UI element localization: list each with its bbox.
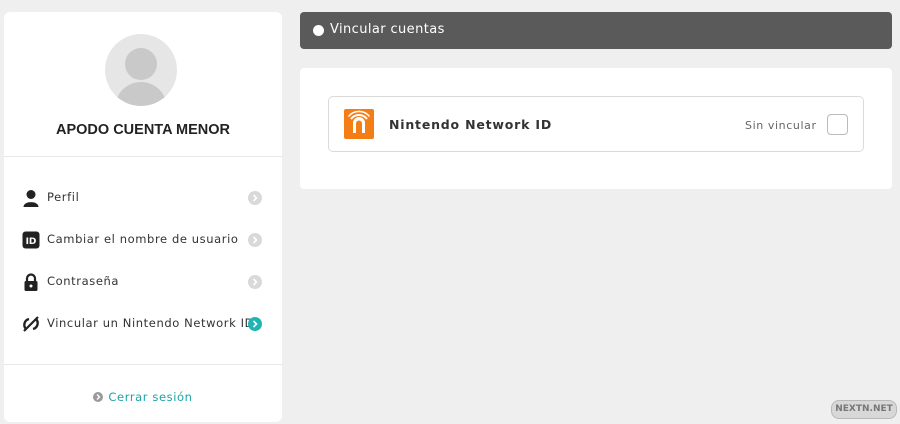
watermark-text: NEXTN.NET — [835, 404, 893, 414]
nickname: APODO CUENTA MENOR — [56, 122, 230, 138]
sidebar-item-vincular-nnid[interactable]: Vincular un Nintendo Network ID — [4, 307, 282, 341]
account-name: Nintendo Network ID — [389, 117, 552, 132]
chevron-right-icon — [248, 275, 262, 289]
chevron-right-icon — [248, 317, 262, 331]
logout-link[interactable]: Cerrar sesión — [4, 386, 282, 405]
chevron-right-icon — [93, 392, 104, 402]
sidebar-item-cambiar-nombre[interactable]: ID Cambiar el nombre de usuario — [4, 223, 282, 257]
id-icon: ID — [22, 231, 40, 249]
link-status: Sin vincular — [745, 119, 817, 132]
chevron-right-icon — [248, 191, 262, 205]
sidebar-item-contrasena[interactable]: Contraseña — [4, 265, 282, 299]
linked-accounts-panel: Nintendo Network ID Sin vincular — [300, 68, 892, 189]
watermark-logo: NEXTN.NET — [831, 400, 897, 419]
account-sidebar: APODO CUENTA MENOR Perfil ID Cambiar el … — [4, 12, 282, 422]
page-title: Vincular cuentas — [330, 22, 445, 37]
sidebar-item-perfil[interactable]: Perfil — [4, 181, 282, 215]
lock-icon — [22, 273, 40, 291]
bullet-icon — [313, 25, 324, 36]
chevron-right-icon — [248, 233, 262, 247]
svg-text:ID: ID — [26, 237, 37, 247]
account-link-row[interactable]: Nintendo Network ID Sin vincular — [328, 96, 864, 152]
link-icon — [22, 315, 40, 333]
nintendo-network-logo-icon — [344, 109, 374, 139]
logout-label: Cerrar sesión — [108, 390, 193, 404]
avatar — [105, 34, 177, 106]
person-icon — [22, 189, 40, 207]
sidebar-item-label: Cambiar el nombre de usuario — [47, 232, 239, 246]
sidebar-item-label: Vincular un Nintendo Network ID — [47, 316, 255, 330]
sidebar-item-label: Perfil — [47, 190, 80, 204]
divider — [4, 156, 282, 157]
divider — [4, 364, 282, 365]
sidebar-item-label: Contraseña — [47, 274, 120, 288]
section-header: Vincular cuentas — [300, 12, 892, 49]
link-checkbox[interactable] — [827, 114, 848, 135]
